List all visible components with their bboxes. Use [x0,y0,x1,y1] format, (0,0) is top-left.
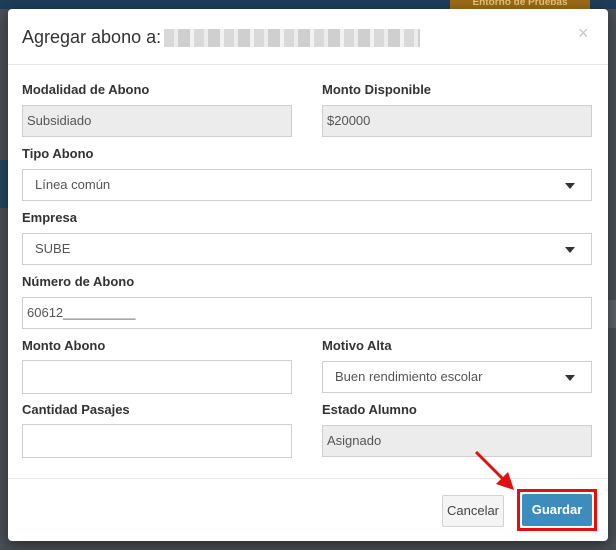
cantidad-pasajes-field[interactable] [22,424,292,458]
close-icon[interactable]: × [578,23,589,44]
monto-abono-field[interactable] [22,360,292,394]
background-panel-right [608,300,616,328]
motivo-alta-select[interactable]: Buen rendimiento escolar [322,361,592,393]
modal-footer: Cancelar Guardar [8,478,608,542]
save-button[interactable]: Guardar [522,494,592,526]
monto-abono-label: Monto Abono [22,338,106,353]
background-panel-left [0,160,8,208]
redacted-student-name [164,29,420,47]
motivo-alta-label: Motivo Alta [322,338,392,353]
environment-badge: Entorno de Pruebas [450,0,590,9]
cantidad-pasajes-label: Cantidad Pasajes [22,402,130,417]
modal-title: Agregar abono a: [22,27,162,47]
cancel-button[interactable]: Cancelar [442,495,504,527]
cantidad-pasajes-input[interactable] [33,432,281,447]
chevron-down-icon [565,375,575,381]
numero-abono-input[interactable]: 60612__________ [22,297,592,329]
modalidad-label: Modalidad de Abono [22,82,150,97]
tipo-abono-label: Tipo Abono [22,146,94,161]
empresa-label: Empresa [22,210,77,225]
estado-alumno-label: Estado Alumno [322,402,417,417]
estado-alumno-field: Asignado [322,425,592,457]
tipo-abono-value: Línea común [35,177,111,192]
chevron-down-icon [565,247,575,253]
empresa-select[interactable]: SUBE [22,233,592,265]
tipo-abono-select[interactable]: Línea común [22,169,592,201]
annotation-arrow-icon [474,450,514,490]
modalidad-field: Subsidiado [22,105,292,137]
monto-disponible-field: $20000 [322,105,592,137]
numero-abono-value: 60612__________ [27,305,136,320]
monto-abono-input[interactable] [33,368,281,383]
modal-header: Agregar abono a: × [8,9,608,65]
monto-disponible-label: Monto Disponible [322,82,432,97]
empresa-value: SUBE [35,241,71,256]
add-pass-modal: Agregar abono a: × Modalidad de Abono Su… [8,9,608,541]
numero-abono-label: Número de Abono [22,274,135,289]
motivo-alta-value: Buen rendimiento escolar [335,369,483,384]
chevron-down-icon [565,183,575,189]
